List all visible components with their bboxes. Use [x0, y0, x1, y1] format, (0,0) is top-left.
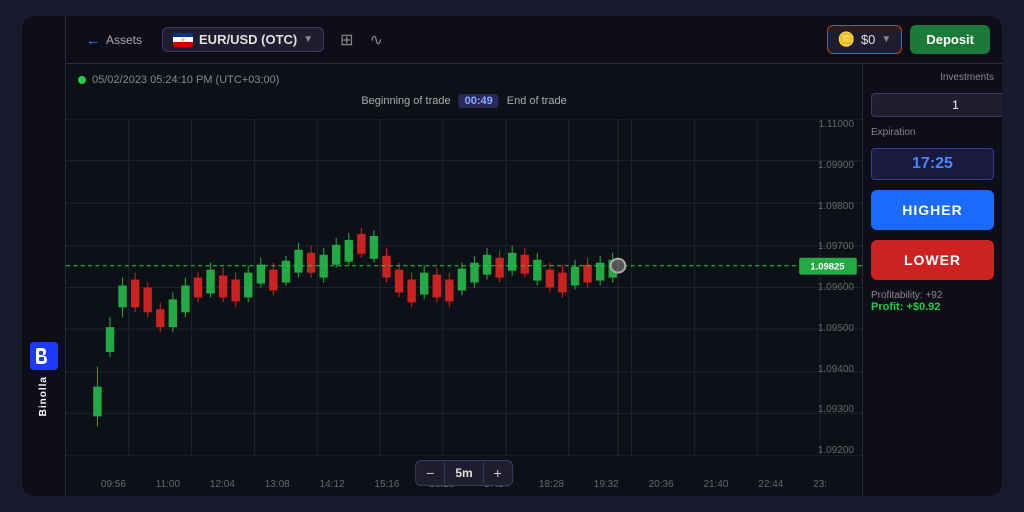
x-time-3: 12:04	[210, 479, 235, 490]
arrow-left-icon: ←	[86, 32, 100, 48]
zoom-in-button[interactable]: +	[484, 461, 512, 485]
currency-selector[interactable]: ★ EUR/USD (OTC) ▼	[162, 27, 324, 52]
top-bar: ← Assets ★ EUR/USD (OTC) ▼ ⊞	[66, 16, 1002, 64]
zoom-controls: − 5m +	[415, 460, 513, 486]
trade-label: Beginning of trade 00:49 End of trade	[361, 94, 566, 108]
x-time-11: 20:36	[649, 479, 674, 490]
svg-text:1.09825: 1.09825	[810, 262, 844, 272]
profit-value: Profit: +$0.92	[871, 301, 994, 313]
x-time-10: 19:32	[594, 479, 619, 490]
indicators-icon[interactable]: ∿	[366, 26, 387, 54]
lower-button[interactable]: LOWER	[871, 240, 994, 280]
chart-icons: ⊞ ∿	[336, 26, 387, 54]
coin-icon: 🪙	[838, 31, 855, 48]
investment-row: $	[871, 93, 994, 117]
trade-timer: 00:49	[459, 94, 499, 108]
assets-button[interactable]: ← Assets	[78, 28, 150, 52]
beginning-label: Beginning of trade	[361, 95, 450, 107]
chart-container: 05/02/2023 05:24:10 PM (UTC+03:00) Begin…	[66, 64, 862, 496]
expiration-label: Expiration	[871, 127, 994, 138]
x-time-13: 22:44	[758, 479, 783, 490]
investments-label: Investments	[871, 72, 994, 83]
top-bar-right: 🪙 $0 ▼ Deposit	[827, 25, 990, 54]
zoom-out-button[interactable]: −	[416, 461, 444, 485]
deposit-button[interactable]: Deposit	[910, 25, 990, 54]
sidebar-logo: Binolla	[22, 342, 65, 416]
balance-button[interactable]: 🪙 $0 ▼	[827, 25, 903, 54]
top-bar-left: ← Assets ★ EUR/USD (OTC) ▼ ⊞	[78, 26, 387, 54]
app-container: Binolla ← Assets ★ E	[22, 16, 1002, 496]
x-time-1: 09:56	[101, 479, 126, 490]
logo-text: Binolla	[38, 376, 49, 416]
end-label: End of trade	[507, 95, 567, 107]
balance-dropdown-icon: ▼	[881, 34, 891, 45]
balance-value: $0	[861, 32, 875, 47]
main-content: ← Assets ★ EUR/USD (OTC) ▼ ⊞	[66, 16, 1002, 496]
x-time-12: 21:40	[703, 479, 728, 490]
x-time-5: 14:12	[320, 479, 345, 490]
chart-section: 05/02/2023 05:24:10 PM (UTC+03:00) Begin…	[66, 64, 1002, 496]
currency-pair: EUR/USD (OTC)	[199, 32, 297, 47]
x-time-4: 13:08	[265, 479, 290, 490]
profitability-info: Profitability: +92 Profit: +$0.92	[871, 290, 994, 313]
candlestick-chart: 1.09825	[66, 119, 862, 456]
right-panel: Investments $ Expiration 17:25 HIGHER LO…	[862, 64, 1002, 496]
x-time-6: 15:16	[374, 479, 399, 490]
expiration-value: 17:25	[871, 148, 994, 180]
investment-input[interactable]	[871, 93, 1002, 117]
x-time-9: 18:28	[539, 479, 564, 490]
status-dot	[78, 76, 86, 84]
zoom-level: 5m	[444, 462, 483, 484]
dropdown-icon: ▼	[303, 34, 313, 45]
sidebar: Binolla	[22, 16, 66, 496]
higher-button[interactable]: HIGHER	[871, 190, 994, 230]
binolla-icon	[30, 342, 58, 370]
profitability-label: Profitability: +92	[871, 290, 994, 301]
x-time-14: 23:	[813, 479, 827, 490]
assets-label: Assets	[106, 33, 142, 47]
x-time-2: 11:00	[156, 479, 180, 490]
chart-area: 1.09825	[66, 119, 862, 456]
candlestick-icon[interactable]: ⊞	[336, 26, 357, 54]
timestamp-text: 05/02/2023 05:24:10 PM (UTC+03:00)	[92, 74, 279, 86]
chart-timestamp: 05/02/2023 05:24:10 PM (UTC+03:00)	[78, 74, 279, 86]
flag-icon: ★	[173, 33, 193, 47]
